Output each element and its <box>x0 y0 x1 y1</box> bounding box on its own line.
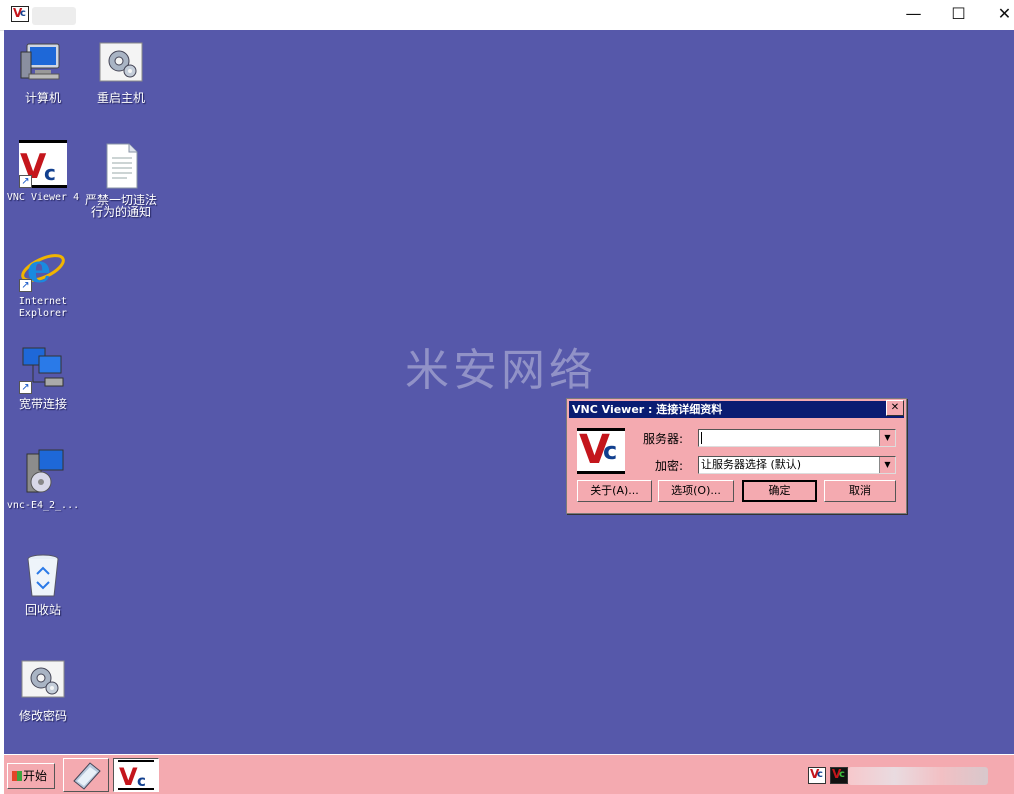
desktop-icon-label: 修改密码 <box>18 709 67 723</box>
vnc-server-tray-icon[interactable]: Vc <box>830 767 848 784</box>
installer-icon <box>19 448 67 496</box>
svg-text:c: c <box>137 772 146 790</box>
svg-text:V: V <box>119 763 138 791</box>
taskbar: 开始 V c Vc Vc <box>4 754 1014 794</box>
taskbar-vnc-viewer[interactable]: V c <box>113 758 159 792</box>
windows-flag-icon <box>12 771 22 781</box>
watermark-text: 米安网络 <box>405 345 597 396</box>
encryption-select[interactable]: 让服务器选择 (默认) ▼ <box>698 456 896 474</box>
dialog-title: VNC Viewer : 连接详细资料 <box>569 401 904 418</box>
vnc-connection-dialog: VNC Viewer : 连接详细资料 ✕ Vc 服务器: ▼ 加密: 让服务器… <box>566 398 907 514</box>
desktop-icon-vnc-viewer[interactable]: V c ↗ VNC Viewer 4 <box>1 140 85 204</box>
close-button[interactable]: ✕ <box>982 0 1014 30</box>
chevron-down-icon[interactable]: ▼ <box>879 457 895 473</box>
svg-text:c: c <box>44 161 56 185</box>
vnc-logo-icon: Vc <box>11 6 29 22</box>
window-titlebar: Vc — ☐ ✕ <box>0 0 1014 31</box>
options-button[interactable]: 选项(O)... <box>658 480 734 502</box>
shortcut-arrow-icon: ↗ <box>19 279 32 292</box>
text-caret <box>701 432 702 444</box>
shortcut-arrow-icon: ↗ <box>19 175 32 188</box>
computer-icon <box>19 40 67 88</box>
desktop-icon-label: Internet <box>18 296 68 307</box>
ok-button[interactable]: 确定 <box>742 480 817 502</box>
desktop-icon-change-password[interactable]: 修改密码 <box>1 658 85 722</box>
system-tray: Vc Vc <box>804 767 1010 787</box>
show-desktop-icon <box>73 762 101 790</box>
desktop-icon-restart-host[interactable]: 重启主机 <box>79 40 163 104</box>
desktop-icon-label: 行为的通知 <box>90 205 151 219</box>
server-label: 服务器: <box>642 432 683 446</box>
vnc-tray-icon[interactable]: Vc <box>808 767 826 784</box>
internet-explorer-icon: e ↗ <box>19 244 67 292</box>
desktop-icon-notice[interactable]: 严禁一切违法 行为的通知 <box>79 142 163 218</box>
desktop-icon-label: 宽带连接 <box>18 397 67 411</box>
desktop-icon-label: VNC Viewer 4 <box>6 192 80 203</box>
taskbar-show-desktop[interactable] <box>63 758 109 792</box>
chevron-down-icon[interactable]: ▼ <box>879 430 895 446</box>
desktop-icon-recycle-bin[interactable]: 回收站 <box>1 552 85 616</box>
window-title-redacted <box>32 7 76 25</box>
desktop-icon-label: 重启主机 <box>96 91 145 105</box>
desktop-icon-label: 计算机 <box>24 91 61 105</box>
start-button[interactable]: 开始 <box>7 763 55 789</box>
desktop-icon-label: vnc-E4_2_... <box>6 500 80 511</box>
desktop-icon-internet-explorer[interactable]: e ↗ Internet Explorer <box>1 244 85 320</box>
desktop-icon-broadband[interactable]: ↗ 宽带连接 <box>1 346 85 410</box>
vnc-logo-icon: V c <box>118 760 154 791</box>
desktop-icon-label: 回收站 <box>24 603 61 617</box>
desktop-icon-computer[interactable]: 计算机 <box>1 40 85 104</box>
text-document-icon <box>97 142 145 190</box>
minimize-button[interactable]: — <box>891 0 936 30</box>
maximize-button[interactable]: ☐ <box>936 0 981 30</box>
network-connection-icon: ↗ <box>19 346 67 394</box>
shortcut-arrow-icon: ↗ <box>19 381 32 394</box>
dialog-close-button[interactable]: ✕ <box>886 400 904 416</box>
cancel-button[interactable]: 取消 <box>824 480 896 502</box>
gear-icon <box>97 40 145 88</box>
gear-icon <box>19 658 67 706</box>
desktop-icon-vnc-installer[interactable]: vnc-E4_2_... <box>1 448 85 512</box>
encryption-label: 加密: <box>654 459 683 473</box>
desktop-icon-label: Explorer <box>18 308 68 319</box>
tray-clock-redacted <box>848 767 988 785</box>
about-button[interactable]: 关于(A)... <box>577 480 652 502</box>
recycle-bin-icon <box>19 552 67 600</box>
vnc-logo-icon: Vc <box>577 427 625 474</box>
vnc-logo-icon: V c ↗ <box>19 140 67 188</box>
server-input[interactable]: ▼ <box>698 429 896 447</box>
